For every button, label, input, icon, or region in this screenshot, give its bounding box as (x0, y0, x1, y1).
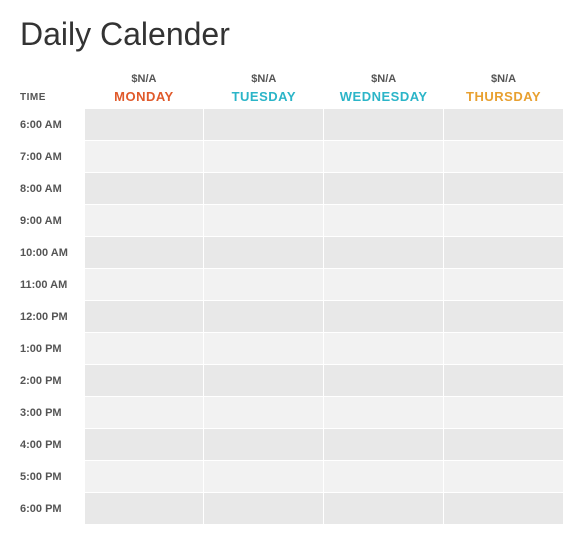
wednesday-cell-10[interactable] (324, 429, 444, 461)
calendar-row: 3:00 PM (16, 397, 564, 429)
time-cell: 12:00 PM (16, 301, 84, 333)
monday-cell-5[interactable] (84, 269, 204, 301)
wednesday-cell-0[interactable] (324, 109, 444, 141)
wednesday-cell-1[interactable] (324, 141, 444, 173)
tuesday-cell-4[interactable] (204, 237, 324, 269)
thursday-cell-4[interactable] (444, 237, 564, 269)
tuesday-cell-2[interactable] (204, 173, 324, 205)
tuesday-cell-6[interactable] (204, 301, 324, 333)
tuesday-cell-12[interactable] (204, 493, 324, 525)
tuesday-cell-9[interactable] (204, 397, 324, 429)
tuesday-header: TUESDAY (204, 87, 324, 109)
tuesday-cell-1[interactable] (204, 141, 324, 173)
wednesday-header: WEDNESDAY (324, 87, 444, 109)
thursday-cell-6[interactable] (444, 301, 564, 333)
calendar-row: 4:00 PM (16, 429, 564, 461)
wednesday-cell-12[interactable] (324, 493, 444, 525)
tuesday-cell-11[interactable] (204, 461, 324, 493)
thursday-cell-3[interactable] (444, 205, 564, 237)
wednesday-na: $N/A (324, 71, 444, 87)
monday-header: MONDAY (84, 87, 204, 109)
monday-cell-10[interactable] (84, 429, 204, 461)
calendar-row: 5:00 PM (16, 461, 564, 493)
monday-cell-2[interactable] (84, 173, 204, 205)
time-cell: 1:00 PM (16, 333, 84, 365)
calendar-row: 11:00 AM (16, 269, 564, 301)
thursday-cell-1[interactable] (444, 141, 564, 173)
wednesday-cell-8[interactable] (324, 365, 444, 397)
tuesday-na: $N/A (204, 71, 324, 87)
time-cell: 8:00 AM (16, 173, 84, 205)
monday-cell-4[interactable] (84, 237, 204, 269)
thursday-na: $N/A (444, 71, 564, 87)
time-cell: 5:00 PM (16, 461, 84, 493)
calendar-row: 12:00 PM (16, 301, 564, 333)
thursday-cell-2[interactable] (444, 173, 564, 205)
time-cell: 2:00 PM (16, 365, 84, 397)
thursday-cell-10[interactable] (444, 429, 564, 461)
monday-cell-3[interactable] (84, 205, 204, 237)
calendar-row: 6:00 AM (16, 109, 564, 141)
time-cell: 6:00 AM (16, 109, 84, 141)
calendar-row: 9:00 AM (16, 205, 564, 237)
wednesday-cell-4[interactable] (324, 237, 444, 269)
wednesday-cell-6[interactable] (324, 301, 444, 333)
calendar-table: $N/A $N/A $N/A $N/A TIME MONDAY TUESDAY … (16, 71, 564, 525)
monday-cell-1[interactable] (84, 141, 204, 173)
tuesday-cell-7[interactable] (204, 333, 324, 365)
wednesday-cell-3[interactable] (324, 205, 444, 237)
monday-cell-11[interactable] (84, 461, 204, 493)
time-cell: 9:00 AM (16, 205, 84, 237)
tuesday-cell-3[interactable] (204, 205, 324, 237)
thursday-cell-7[interactable] (444, 333, 564, 365)
time-cell: 10:00 AM (16, 237, 84, 269)
thursday-cell-9[interactable] (444, 397, 564, 429)
wednesday-cell-9[interactable] (324, 397, 444, 429)
thursday-cell-12[interactable] (444, 493, 564, 525)
tuesday-cell-0[interactable] (204, 109, 324, 141)
header-day-row: TIME MONDAY TUESDAY WEDNESDAY THURSDAY (16, 87, 564, 109)
thursday-cell-5[interactable] (444, 269, 564, 301)
monday-cell-9[interactable] (84, 397, 204, 429)
tuesday-cell-10[interactable] (204, 429, 324, 461)
calendar-row: 2:00 PM (16, 365, 564, 397)
calendar-row: 7:00 AM (16, 141, 564, 173)
monday-cell-6[interactable] (84, 301, 204, 333)
wednesday-cell-11[interactable] (324, 461, 444, 493)
wednesday-cell-2[interactable] (324, 173, 444, 205)
page-title: Daily Calender (16, 16, 564, 53)
monday-cell-0[interactable] (84, 109, 204, 141)
calendar-row: 6:00 PM (16, 493, 564, 525)
time-cell: 4:00 PM (16, 429, 84, 461)
tuesday-cell-8[interactable] (204, 365, 324, 397)
tuesday-cell-5[interactable] (204, 269, 324, 301)
header-na-row: $N/A $N/A $N/A $N/A (16, 71, 564, 87)
wednesday-cell-5[interactable] (324, 269, 444, 301)
monday-na: $N/A (84, 71, 204, 87)
thursday-cell-8[interactable] (444, 365, 564, 397)
calendar-row: 1:00 PM (16, 333, 564, 365)
calendar-row: 8:00 AM (16, 173, 564, 205)
calendar-row: 10:00 AM (16, 237, 564, 269)
monday-cell-12[interactable] (84, 493, 204, 525)
time-cell: 6:00 PM (16, 493, 84, 525)
thursday-cell-11[interactable] (444, 461, 564, 493)
monday-cell-8[interactable] (84, 365, 204, 397)
thursday-cell-0[interactable] (444, 109, 564, 141)
time-cell: 11:00 AM (16, 269, 84, 301)
monday-cell-7[interactable] (84, 333, 204, 365)
time-cell: 7:00 AM (16, 141, 84, 173)
wednesday-cell-7[interactable] (324, 333, 444, 365)
page-container: Daily Calender $N/A $N/A $N/A $N/A TIME … (0, 0, 580, 550)
thursday-header: THURSDAY (444, 87, 564, 109)
time-column-label: TIME (16, 87, 84, 109)
time-cell: 3:00 PM (16, 397, 84, 429)
